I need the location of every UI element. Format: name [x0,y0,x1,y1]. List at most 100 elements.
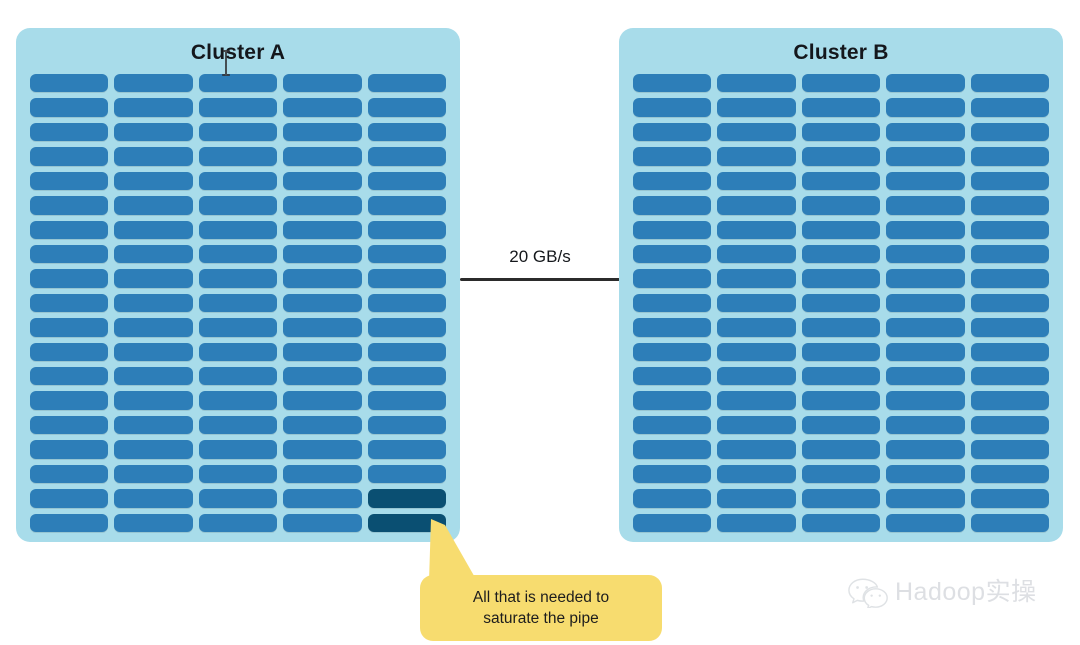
cluster-node[interactable] [801,464,881,484]
cluster-node[interactable] [198,318,278,337]
cluster-node[interactable] [970,122,1049,142]
cluster-node[interactable] [30,440,109,459]
cluster-node[interactable] [801,415,881,435]
cluster-node[interactable] [633,367,712,386]
cluster-node[interactable] [367,74,446,93]
cluster-node[interactable] [283,342,362,362]
cluster-node[interactable] [198,269,278,288]
cluster-node[interactable] [633,489,712,508]
cluster-node[interactable] [801,244,881,264]
cluster-node[interactable] [633,74,712,93]
cluster-node[interactable] [886,489,965,508]
cluster-node[interactable] [283,244,362,264]
cluster-node[interactable] [283,122,362,142]
cluster-node[interactable] [970,293,1049,313]
cluster-b-panel[interactable]: Cluster B [619,28,1063,542]
cluster-node[interactable] [633,513,712,532]
cluster-node[interactable] [367,391,446,410]
cluster-node[interactable] [801,147,881,166]
cluster-node[interactable] [801,513,881,532]
cluster-node[interactable] [367,98,446,117]
cluster-node[interactable] [717,269,796,288]
cluster-node[interactable] [886,367,965,386]
cluster-node[interactable] [198,415,278,435]
cluster-node[interactable] [283,391,362,410]
cluster-node[interactable] [198,440,278,459]
cluster-node[interactable] [717,513,796,532]
cluster-node[interactable] [367,147,446,166]
cluster-node[interactable] [30,391,109,410]
cluster-node[interactable] [367,171,446,191]
cluster-node[interactable] [114,318,193,337]
cluster-node[interactable] [30,147,109,166]
cluster-node[interactable] [717,367,796,386]
cluster-node[interactable] [970,147,1049,166]
cluster-node[interactable] [801,196,881,215]
cluster-node[interactable] [283,489,362,508]
cluster-node[interactable] [367,293,446,313]
cluster-node[interactable] [198,513,278,532]
cluster-node[interactable] [283,74,362,93]
cluster-node[interactable] [114,391,193,410]
cluster-node[interactable] [801,220,881,239]
cluster-node[interactable] [114,367,193,386]
cluster-node[interactable] [886,342,965,362]
cluster-node[interactable] [114,440,193,459]
cluster-node[interactable] [30,122,109,142]
cluster-node[interactable] [367,122,446,142]
cluster-node[interactable] [114,196,193,215]
cluster-node[interactable] [283,464,362,484]
cluster-node[interactable] [198,147,278,166]
cluster-node[interactable] [198,293,278,313]
cluster-node[interactable] [114,489,193,508]
cluster-node[interactable] [367,342,446,362]
cluster-node[interactable] [30,98,109,117]
cluster-node[interactable] [717,464,796,484]
cluster-node[interactable] [886,415,965,435]
cluster-node[interactable] [198,196,278,215]
cluster-node[interactable] [970,342,1049,362]
cluster-node[interactable] [114,342,193,362]
cluster-node[interactable] [367,269,446,288]
cluster-node[interactable] [886,391,965,410]
cluster-node[interactable] [886,440,965,459]
cluster-node[interactable] [367,440,446,459]
cluster-node[interactable] [801,342,881,362]
cluster-node[interactable] [114,269,193,288]
cluster-node[interactable] [886,464,965,484]
cluster-node[interactable] [30,196,109,215]
cluster-node[interactable] [633,196,712,215]
cluster-node[interactable] [114,98,193,117]
cluster-node[interactable] [886,98,965,117]
cluster-node[interactable] [717,391,796,410]
cluster-node[interactable] [283,318,362,337]
cluster-node[interactable] [886,269,965,288]
cluster-node[interactable] [198,74,278,93]
cluster-node[interactable] [633,147,712,166]
cluster-node[interactable] [717,171,796,191]
cluster-node[interactable] [633,293,712,313]
cluster-node[interactable] [717,98,796,117]
cluster-node[interactable] [30,342,109,362]
cluster-node[interactable] [801,367,881,386]
cluster-node[interactable] [801,122,881,142]
cluster-node[interactable] [801,318,881,337]
cluster-node[interactable] [801,440,881,459]
cluster-node[interactable] [283,98,362,117]
cluster-node[interactable] [114,415,193,435]
cluster-node[interactable] [970,415,1049,435]
cluster-node[interactable] [717,122,796,142]
cluster-node[interactable] [970,196,1049,215]
cluster-node[interactable] [970,98,1049,117]
cluster-node[interactable] [30,367,109,386]
cluster-node[interactable] [633,171,712,191]
cluster-node[interactable] [970,464,1049,484]
cluster-node[interactable] [801,98,881,117]
cluster-node[interactable] [886,293,965,313]
cluster-node[interactable] [283,513,362,532]
cluster-node[interactable] [283,440,362,459]
cluster-node[interactable] [970,391,1049,410]
cluster-node[interactable] [198,220,278,239]
cluster-node[interactable] [114,464,193,484]
cluster-node[interactable] [30,293,109,313]
